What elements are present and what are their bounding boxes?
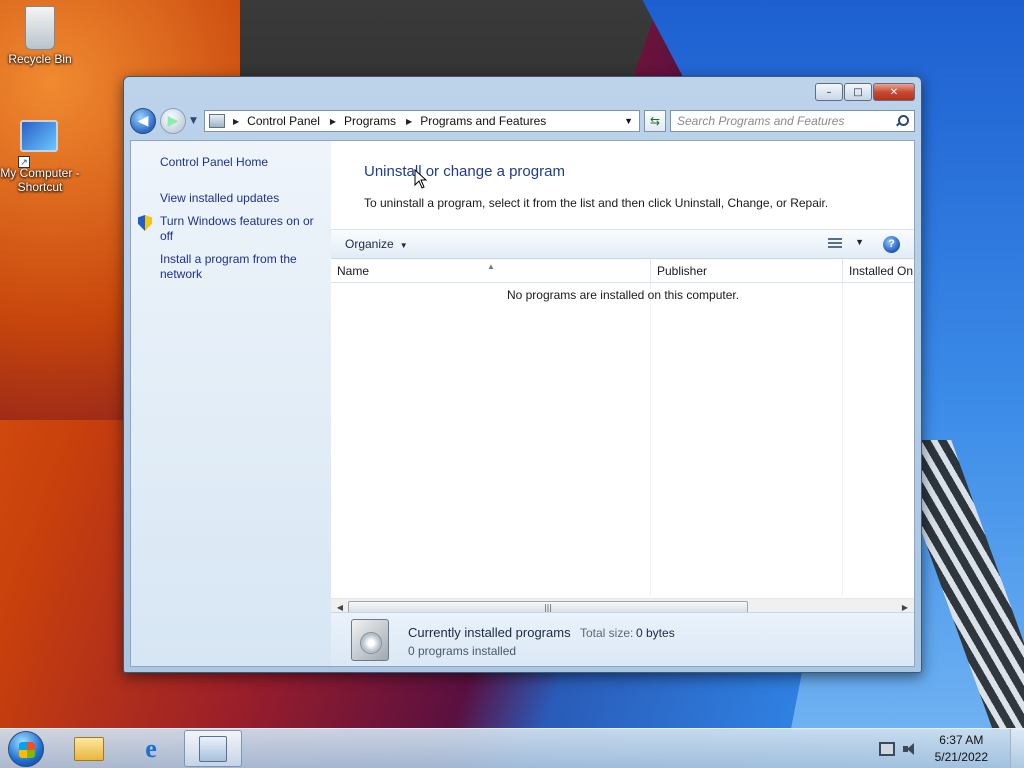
breadcrumb[interactable]: ▶ Control Panel ▶ Programs ▶ Programs an… — [204, 110, 640, 132]
organize-label: Organize — [345, 237, 394, 251]
uac-shield-icon — [138, 215, 152, 231]
installer-icon — [351, 619, 389, 661]
network-icon[interactable] — [878, 742, 895, 756]
programs-count: 0 programs installed — [408, 644, 517, 658]
search-box[interactable] — [670, 110, 915, 132]
column-divider — [842, 283, 843, 596]
chevron-down-icon: ▼ — [399, 241, 408, 250]
programs-and-features-window: – □ ✕ ◀ ▶ ▼ ▶ Control Panel ▶ Programs ▶… — [123, 76, 922, 673]
back-button[interactable]: ◀ — [130, 108, 156, 134]
link-install-from-network[interactable]: Install a program from the network — [160, 252, 320, 282]
help-icon[interactable]: ? — [883, 236, 900, 253]
breadcrumb-programs[interactable]: Programs — [344, 114, 396, 128]
breadcrumb-programs-and-features[interactable]: Programs and Features — [420, 114, 546, 128]
link-control-panel-home[interactable]: Control Panel Home — [160, 155, 320, 170]
taskbar: e 6:37 AM 5/21/2022 — [0, 728, 1024, 768]
show-desktop-button[interactable] — [1010, 729, 1024, 768]
address-dropdown-icon[interactable]: ▼ — [624, 116, 633, 126]
shortcut-arrow-icon: ↗ — [18, 156, 30, 168]
change-view-icon[interactable] — [828, 238, 842, 250]
caption-buttons: – □ ✕ — [815, 83, 915, 101]
link-view-installed-updates[interactable]: View installed updates — [160, 191, 320, 206]
command-bar: Organize ▼ ▼ ? — [331, 229, 914, 259]
computer-icon — [20, 120, 58, 152]
clock[interactable]: 6:37 AM 5/21/2022 — [935, 732, 988, 766]
address-bar: ◀ ▶ ▼ ▶ Control Panel ▶ Programs ▶ Progr… — [130, 107, 915, 135]
total-size-value: 0 bytes — [636, 626, 675, 640]
desktop-icon-recycle-bin[interactable]: Recycle Bin — [0, 6, 80, 66]
chevron-right-icon[interactable]: ▶ — [330, 117, 336, 126]
forward-button[interactable]: ▶ — [160, 108, 186, 134]
refresh-button[interactable]: ⇆ — [644, 110, 666, 132]
minimize-button[interactable]: – — [815, 83, 843, 101]
control-panel-icon — [199, 735, 227, 762]
close-button[interactable]: ✕ — [873, 83, 915, 101]
chevron-right-icon[interactable]: ▶ — [406, 117, 412, 126]
organize-button[interactable]: Organize ▼ — [345, 237, 408, 251]
details-pane: Currently installed programs Total size:… — [331, 612, 914, 666]
page-subtitle: To uninstall a program, select it from t… — [364, 196, 829, 210]
recycle-bin-icon — [25, 6, 55, 50]
column-header-installed-on[interactable]: Installed On — [843, 259, 923, 283]
volume-icon[interactable] — [902, 742, 917, 756]
clock-date: 5/21/2022 — [934, 750, 988, 764]
taskbar-control-panel-button[interactable] — [184, 730, 242, 767]
task-pane: Control Panel Home View installed update… — [131, 141, 331, 666]
column-header-name[interactable]: Name ▲ — [331, 259, 651, 283]
empty-list-message: No programs are installed on this comput… — [506, 288, 740, 302]
total-size-label: Total size: — [580, 626, 634, 640]
taskbar-explorer-button[interactable] — [60, 730, 118, 767]
search-input[interactable] — [677, 114, 896, 128]
start-button[interactable] — [8, 731, 44, 767]
clock-time: 6:37 AM — [939, 733, 984, 747]
search-icon[interactable] — [896, 115, 909, 127]
views-dropdown-icon[interactable]: ▼ — [855, 237, 864, 247]
breadcrumb-control-panel[interactable]: Control Panel — [247, 114, 320, 128]
column-header-row: Name ▲ Publisher Installed On — [331, 259, 914, 283]
recent-pages-dropdown[interactable]: ▼ — [190, 116, 200, 126]
link-turn-windows-features[interactable]: Turn Windows features on or off — [160, 214, 320, 244]
control-panel-icon — [209, 114, 225, 128]
window-client-area: Control Panel Home View installed update… — [130, 140, 915, 667]
chevron-right-icon[interactable]: ▶ — [233, 117, 239, 126]
column-divider — [650, 283, 651, 596]
taskbar-ie-button[interactable]: e — [122, 730, 180, 767]
desktop-icon-label: My Computer - Shortcut — [0, 166, 80, 194]
page-title: Uninstall or change a program — [364, 163, 565, 180]
column-header-publisher[interactable]: Publisher — [651, 259, 843, 283]
column-header-label: Name — [337, 264, 370, 278]
details-title: Currently installed programs — [408, 625, 571, 640]
column-header-label: Installed On — [849, 264, 914, 278]
column-header-label: Publisher — [657, 264, 708, 278]
internet-explorer-icon: e — [145, 733, 157, 763]
maximize-button[interactable]: □ — [844, 83, 872, 101]
desktop-icon-label: Recycle Bin — [8, 52, 72, 66]
system-tray: 6:37 AM 5/21/2022 — [878, 729, 1024, 768]
main-pane: Uninstall or change a program To uninsta… — [331, 141, 914, 666]
folder-explorer-icon — [74, 736, 104, 761]
sort-ascending-icon: ▲ — [487, 262, 495, 271]
desktop-icon-my-computer[interactable]: ↗ My Computer - Shortcut — [0, 114, 80, 194]
